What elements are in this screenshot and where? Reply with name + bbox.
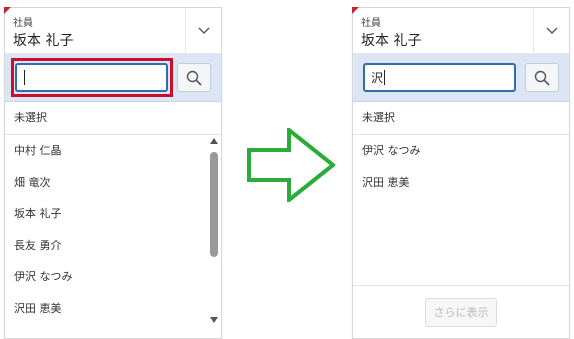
text-caret <box>384 70 386 85</box>
search-icon <box>534 70 550 86</box>
search-button[interactable] <box>525 63 559 92</box>
dropdown-toggle-button[interactable] <box>533 8 569 53</box>
search-bar: 沢 <box>353 54 569 102</box>
right-arrow-icon <box>247 128 335 202</box>
option-unselected[interactable]: 未選択 <box>353 102 569 135</box>
option-unselected[interactable]: 未選択 <box>5 102 221 135</box>
search-input[interactable]: 沢 <box>363 63 516 92</box>
chevron-down-icon <box>546 27 557 34</box>
list-item[interactable]: 伊沢 なつみ <box>5 261 221 293</box>
search-bar <box>5 54 221 102</box>
selected-value: 坂本 礼子 <box>361 33 422 49</box>
picker-header[interactable]: 社員 坂本 礼子 <box>353 8 569 54</box>
employee-picker-after: 社員 坂本 礼子 沢 未選択 伊沢 なつみ 沢田 恵美 さらに表示 <box>352 7 570 339</box>
list-footer: さらに表示 <box>353 285 569 338</box>
list-item[interactable]: 長友 勇介 <box>5 230 221 262</box>
field-label: 社員 <box>13 18 33 29</box>
field-label: 社員 <box>361 18 381 29</box>
list-item[interactable]: 沢田 恵美 <box>5 293 221 325</box>
search-input-value: 沢 <box>371 71 384 85</box>
list-item[interactable]: 中村 仁晶 <box>5 135 221 167</box>
search-icon <box>186 70 202 86</box>
dropdown-toggle-button[interactable] <box>185 8 221 53</box>
employee-list: 中村 仁晶 畑 竜次 坂本 礼子 長友 勇介 伊沢 なつみ 沢田 恵美 <box>5 135 221 324</box>
scroll-thumb[interactable] <box>210 152 218 257</box>
list-item[interactable]: 伊沢 なつみ <box>353 135 569 167</box>
list-item[interactable]: 畑 竜次 <box>5 167 221 199</box>
employee-list: 伊沢 なつみ 沢田 恵美 <box>353 135 569 198</box>
employee-picker-before: 社員 坂本 礼子 未選択 中村 仁晶 畑 竜次 坂本 礼子 長友 勇介 伊沢 な… <box>4 7 222 339</box>
scroll-down-icon[interactable] <box>210 317 218 323</box>
list-item[interactable]: 坂本 礼子 <box>5 198 221 230</box>
scroll-up-icon[interactable] <box>210 138 218 144</box>
list-item[interactable]: 沢田 恵美 <box>353 167 569 199</box>
scrollbar[interactable] <box>209 135 219 325</box>
show-more-button[interactable]: さらに表示 <box>425 297 497 327</box>
picker-header[interactable]: 社員 坂本 礼子 <box>5 8 221 54</box>
search-input-highlight <box>11 58 173 97</box>
selected-value: 坂本 礼子 <box>13 33 74 49</box>
search-button[interactable] <box>177 63 211 92</box>
chevron-down-icon <box>198 27 209 34</box>
